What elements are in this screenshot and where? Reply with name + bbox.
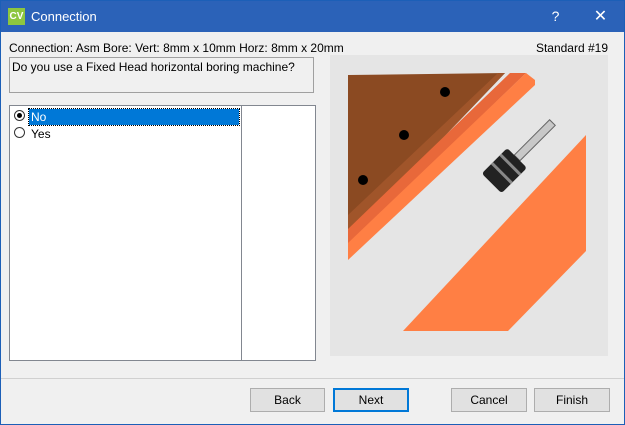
question-text: Do you use a Fixed Head horizontal borin… — [9, 57, 314, 93]
bore-hole — [399, 130, 409, 140]
bore-hole — [440, 87, 450, 97]
list-divider — [241, 106, 242, 360]
option-label: No — [28, 108, 240, 126]
bore-hole — [358, 175, 368, 185]
connection-info: Connection: Asm Bore: Vert: 8mm x 10mm H… — [9, 41, 344, 55]
help-icon[interactable]: ? — [533, 1, 578, 32]
illustration-graphic — [348, 73, 586, 331]
cancel-button[interactable]: Cancel — [451, 388, 527, 412]
close-icon[interactable]: ✕ — [578, 1, 623, 32]
back-button[interactable]: Back — [250, 388, 325, 412]
standard-label: Standard #19 — [535, 41, 608, 55]
app-icon: CV — [8, 8, 25, 25]
option-label: Yes — [31, 127, 51, 141]
connection-dialog: CV Connection ? ✕ Connection: Asm Bore: … — [0, 0, 625, 425]
window-title: Connection — [31, 9, 97, 24]
button-separator — [1, 378, 624, 379]
options-list: No Yes — [9, 105, 316, 361]
finish-button[interactable]: Finish — [534, 388, 610, 412]
boring-machine-illustration — [330, 55, 608, 356]
radio-unchecked-icon[interactable] — [14, 127, 25, 138]
title-bar: CV Connection ? ✕ — [1, 1, 624, 32]
radio-checked-icon[interactable] — [14, 110, 25, 121]
next-button[interactable]: Next — [333, 388, 409, 412]
